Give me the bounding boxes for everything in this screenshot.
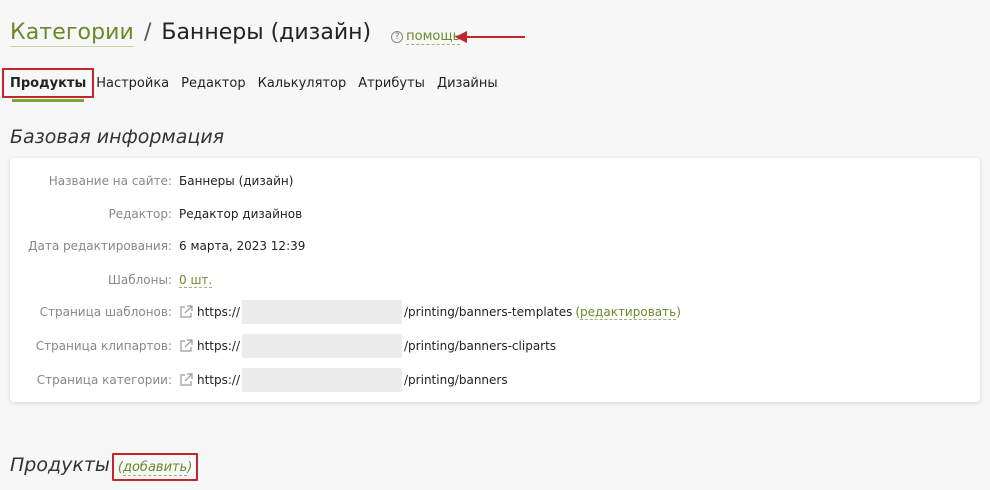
products-title: Продукты xyxy=(10,453,110,476)
tab-bar: Продукты Настройка Редактор Калькулятор … xyxy=(2,66,504,102)
tab-calculator[interactable]: Калькулятор xyxy=(252,68,353,98)
row-label: Дата редактирования: xyxy=(28,239,172,253)
external-link-icon[interactable] xyxy=(179,373,193,387)
annotation-arrow-icon xyxy=(455,31,525,43)
info-row-templates: Шаблоны: 0 шт. xyxy=(10,270,213,290)
tab-attributes[interactable]: Атрибуты xyxy=(352,68,431,98)
row-value-wrap: 0 шт. xyxy=(179,273,213,288)
row-value-wrap: https:// /printing/banners-cliparts xyxy=(179,334,556,358)
row-label: Шаблоны: xyxy=(108,273,172,287)
external-link-icon[interactable] xyxy=(179,339,193,353)
row-value-wrap: https:// /printing/banners xyxy=(179,368,508,392)
row-value: Редактор дизайнов xyxy=(179,207,303,221)
breadcrumb-separator: / xyxy=(143,20,152,45)
row-label: Редактор: xyxy=(108,207,172,221)
row-value: 6 марта, 2023 12:39 xyxy=(179,239,306,253)
help-label: помощь xyxy=(406,29,461,45)
question-circle-icon: ? xyxy=(391,31,404,43)
url-prefix: https:// xyxy=(197,339,241,353)
url-suffix: /printing/banners-cliparts xyxy=(404,339,557,353)
info-row-edit-date: Дата редактирования: 6 марта, 2023 12:39 xyxy=(10,236,305,256)
row-label: Страница категории: xyxy=(36,373,172,387)
templates-count-link[interactable]: 0 шт. xyxy=(179,273,213,288)
tab-editor[interactable]: Редактор xyxy=(175,68,251,98)
info-row-templates-page: Страница шаблонов: https:// /printing/ba… xyxy=(10,300,681,324)
redacted-domain xyxy=(242,334,403,358)
info-row-site-name: Название на сайте: Баннеры (дизайн) xyxy=(10,171,294,191)
edit-templates-link[interactable]: редактировать xyxy=(580,305,677,320)
breadcrumb-categories-link[interactable]: Категории xyxy=(10,20,134,47)
add-product-button[interactable]: (добавить) xyxy=(111,453,199,481)
external-link-icon[interactable] xyxy=(179,305,193,319)
base-info-card: Название на сайте: Баннеры (дизайн) Реда… xyxy=(10,158,980,402)
tab-settings[interactable]: Настройка xyxy=(94,68,175,98)
url-suffix: /printing/banners-templates xyxy=(404,305,573,319)
row-value: Баннеры (дизайн) xyxy=(179,174,294,188)
breadcrumb: Категории / Баннеры (дизайн) ? помощь xyxy=(10,20,461,54)
row-value-wrap: https:// /printing/banners-templates (ре… xyxy=(179,300,681,324)
url-prefix: https:// xyxy=(197,305,241,319)
info-row-cliparts-page: Страница клипартов: https:// /printing/b… xyxy=(10,334,556,358)
row-label: Название на сайте: xyxy=(48,174,172,188)
help-link[interactable]: ? помощь xyxy=(391,29,461,45)
add-product-label: добавить xyxy=(122,459,188,476)
add-product-link: (добавить) xyxy=(117,459,193,476)
base-info-title: Базовая информация xyxy=(10,126,225,148)
url-suffix: /printing/banners xyxy=(404,373,508,387)
url-prefix: https:// xyxy=(197,373,241,387)
info-row-editor: Редактор: Редактор дизайнов xyxy=(10,204,302,224)
row-label: Страница шаблонов: xyxy=(39,305,172,319)
page-title: Баннеры (дизайн) xyxy=(161,20,372,45)
info-row-category-page: Страница категории: https:// /printing/b… xyxy=(10,368,508,392)
edit-link-wrap: (редактировать) xyxy=(575,305,681,320)
row-label: Страница клипартов: xyxy=(35,339,172,353)
redacted-domain xyxy=(242,300,403,324)
products-section-header: Продукты (добавить) xyxy=(10,453,199,481)
redacted-domain xyxy=(242,368,403,392)
tab-products[interactable]: Продукты xyxy=(2,68,95,102)
tab-designs[interactable]: Дизайны xyxy=(431,68,504,98)
